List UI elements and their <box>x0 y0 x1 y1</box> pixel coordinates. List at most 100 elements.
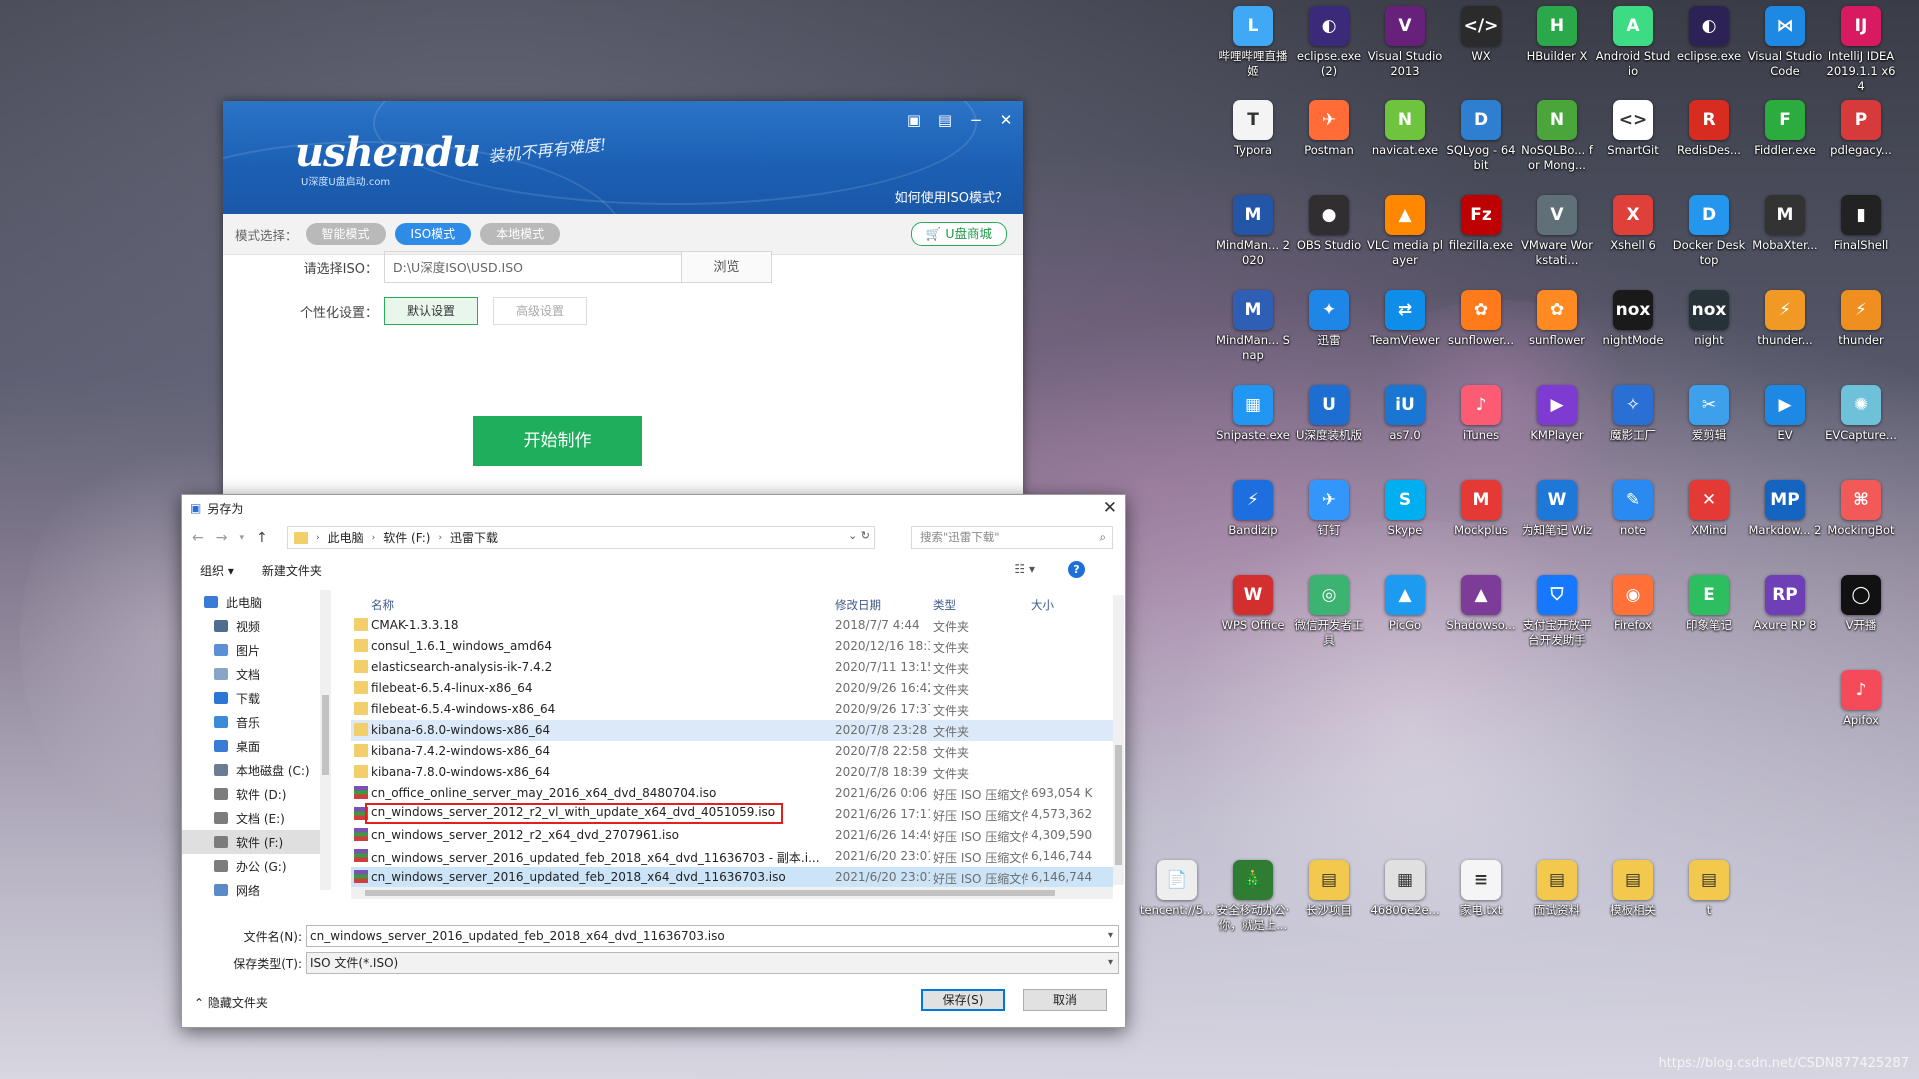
desktop-icon[interactable]: ✦ 迅雷 <box>1297 290 1361 348</box>
desktop-icon[interactable]: <> SmartGit <box>1601 100 1665 158</box>
desktop-icon[interactable]: L 哔哩哔哩直播姬 <box>1219 6 1288 79</box>
tree-scrollbar-thumb[interactable] <box>322 695 329 775</box>
desktop-icon[interactable]: W WPS Office <box>1221 575 1285 633</box>
desktop-icon[interactable]: T Typora <box>1221 100 1285 158</box>
desktop-icon[interactable]: ✿ sunflower... <box>1448 290 1514 348</box>
desktop-icon[interactable]: M Mockplus <box>1449 480 1513 538</box>
breadcrumb-drive-f[interactable]: 软件 (F:) <box>383 529 430 546</box>
desktop-icon[interactable]: nox night <box>1677 290 1741 348</box>
tree-item[interactable]: 此电脑 <box>182 590 320 614</box>
desktop-icon[interactable]: U U深度装机版 <box>1296 385 1362 443</box>
desktop-icon[interactable]: ✺ EVCapture... <box>1825 385 1897 443</box>
search-input[interactable]: 搜索"迅雷下载" ⌕ <box>911 526 1113 549</box>
desktop-icon[interactable]: V VMware Workstati... <box>1521 195 1593 268</box>
file-row[interactable]: filebeat-6.5.4-linux-x86_64 2020/9/26 16:… <box>351 678 1113 699</box>
desktop-icon[interactable]: ▶ KMPlayer <box>1525 385 1589 443</box>
desktop-icon[interactable]: ✧ 魔影工厂 <box>1601 385 1665 443</box>
view-options-icon[interactable]: ☷ ▾ <box>1014 562 1035 576</box>
tree-item[interactable]: 文档 <box>182 662 320 686</box>
desktop-icon[interactable]: ✈ Postman <box>1297 100 1361 158</box>
tree-item[interactable]: 软件 (F:) <box>182 830 320 854</box>
desktop-icon[interactable]: </> WX <box>1449 6 1513 64</box>
desktop-icon[interactable]: ◎ 微信开发者工具 <box>1295 575 1364 648</box>
desktop-icon[interactable]: ⚡ thunder... <box>1753 290 1817 348</box>
advanced-settings-button[interactable]: 高级设置 <box>493 297 587 325</box>
desktop-icon[interactable]: ⚡ thunder <box>1829 290 1893 348</box>
desktop-icon[interactable]: ▦ 46806e2e... <box>1370 860 1440 918</box>
file-row[interactable]: cn_office_online_server_may_2016_x64_dvd… <box>351 783 1113 804</box>
desktop-icon[interactable]: V Visual Studio 2013 <box>1368 6 1442 79</box>
file-row[interactable]: cn_windows_server_2016_updated_feb_2018_… <box>351 846 1113 867</box>
desktop-icon[interactable]: ⋈ Visual Studio Code <box>1748 6 1822 79</box>
file-list-hscrollbar[interactable] <box>351 887 1113 899</box>
tree-item[interactable]: 本地磁盘 (C:) <box>182 758 320 782</box>
breadcrumb-this-pc[interactable]: 此电脑 <box>328 529 364 546</box>
shop-button[interactable]: 🛒 U盘商城 <box>910 222 1007 246</box>
file-row[interactable]: filebeat-6.5.4-windows-x86_64 2020/9/26 1… <box>351 699 1113 720</box>
desktop-icon[interactable]: ◐ eclipse.exe <box>1677 6 1741 64</box>
desktop-icon[interactable]: 🎄 安全移动办公·你，就是上... <box>1217 860 1289 933</box>
desktop-icon[interactable]: ⇄ TeamViewer <box>1370 290 1440 348</box>
iso-help-link[interactable]: 如何使用ISO模式？ <box>895 187 1008 206</box>
organize-button[interactable]: 组织 ▾ <box>200 562 234 579</box>
hide-folders-toggle[interactable]: ⌃ 隐藏文件夹 <box>194 994 268 1011</box>
browse-button[interactable]: 浏览 <box>682 251 772 283</box>
desktop-icon[interactable]: Fz filezilla.exe <box>1449 195 1513 253</box>
desktop-icon[interactable]: ✿ sunflower <box>1525 290 1589 348</box>
desktop-icon[interactable]: W 为知笔记 Wiz <box>1522 480 1592 538</box>
tree-item[interactable]: 音乐 <box>182 710 320 734</box>
desktop-icon[interactable]: ≡ 家电.txt <box>1449 860 1513 918</box>
cancel-button[interactable]: 取消 <box>1023 989 1107 1011</box>
chevron-down-icon[interactable]: ▾ <box>1108 926 1113 946</box>
column-size[interactable]: 大小 <box>1031 597 1093 613</box>
file-list-scrollbar-thumb[interactable] <box>1115 745 1122 865</box>
desktop-icon[interactable]: Nnavicat.exe <box>1372 100 1438 158</box>
recent-icon[interactable]: ▾ <box>239 533 244 543</box>
desktop-icon[interactable]: ▤ 长沙项目 <box>1297 860 1361 918</box>
file-row[interactable]: consul_1.6.1_windows_amd64 2020/12/16 18:… <box>351 636 1113 657</box>
close-icon[interactable]: ✕ <box>995 111 1017 129</box>
desktop-icon[interactable]: ♪ Apifox <box>1829 670 1893 728</box>
back-icon[interactable]: ← <box>192 530 204 546</box>
file-row[interactable]: kibana-7.4.2-windows-x86_64 2020/7/8 22:5… <box>351 741 1113 762</box>
tree-item[interactable]: 图片 <box>182 638 320 662</box>
tree-item[interactable]: 办公 (G:) <box>182 854 320 878</box>
refresh-icon[interactable]: ⌄ ↻ <box>848 529 870 542</box>
desktop-icon[interactable]: M MindMan... 2020 <box>1216 195 1290 268</box>
desktop-icon[interactable]: ▶ EV <box>1753 385 1817 443</box>
desktop-icon[interactable]: ✈ 钉钉 <box>1297 480 1361 538</box>
tree-item[interactable]: 视频 <box>182 614 320 638</box>
start-button[interactable]: 开始制作 <box>473 416 642 466</box>
skin-icon[interactable]: ▣ <box>903 111 925 129</box>
tree-item[interactable]: 下载 <box>182 686 320 710</box>
forward-icon[interactable]: → <box>216 530 228 546</box>
minimize-icon[interactable]: − <box>965 111 987 129</box>
desktop-icon[interactable]: E 印象笔记 <box>1677 575 1741 633</box>
desktop-icon[interactable]: IJ IntelliJ IDEA 2019.1.1 x64 <box>1827 6 1896 94</box>
desktop-icon[interactable]: ▤ t <box>1677 860 1741 918</box>
desktop-icon[interactable]: N NoSQLBo... for Mong... <box>1521 100 1593 173</box>
file-row[interactable]: cn_windows_server_2016_updated_feb_2018_… <box>351 867 1113 888</box>
new-folder-button[interactable]: 新建文件夹 <box>262 562 322 579</box>
desktop-icon[interactable]: ⚡ Bandizip <box>1221 480 1285 538</box>
iso-path-input[interactable]: D:\U深度ISO\USD.ISO <box>384 251 682 283</box>
desktop-icon[interactable]: Ppdlegacy... <box>1829 100 1893 158</box>
chevron-down-icon[interactable]: ▾ <box>1108 953 1113 973</box>
desktop-icon[interactable]: H HBuilder X <box>1525 6 1589 64</box>
desktop-icon[interactable]: MP Markdow... 2 <box>1749 480 1821 538</box>
desktop-icon[interactable]: ✕ XMind <box>1677 480 1741 538</box>
help-icon[interactable]: ? <box>1068 561 1085 578</box>
desktop-icon[interactable]: ▲ PicGo <box>1373 575 1437 633</box>
desktop-icon[interactable]: ✎ note <box>1601 480 1665 538</box>
address-bar[interactable]: › 此电脑 › 软件 (F:) › 迅雷下载 ⌄ ↻ <box>287 526 875 549</box>
file-row[interactable]: elasticsearch-analysis-ik-7.4.2 2020/7/11… <box>351 657 1113 678</box>
message-icon[interactable]: ▤ <box>934 111 956 129</box>
desktop-icon[interactable]: ♪ iTunes <box>1449 385 1513 443</box>
desktop-icon[interactable]: ▮ FinalShell <box>1829 195 1893 253</box>
up-icon[interactable]: ↑ <box>256 530 268 546</box>
desktop-icon[interactable]: 📄 tencent://5... <box>1140 860 1214 918</box>
desktop-icon[interactable]: R RedisDes... <box>1677 100 1741 158</box>
desktop-icon[interactable]: ◉ Firefox <box>1601 575 1665 633</box>
desktop-icon[interactable]: ◯ V开播 <box>1829 575 1893 633</box>
desktop-icon[interactable]: ▦ Snipaste.exe <box>1216 385 1290 443</box>
